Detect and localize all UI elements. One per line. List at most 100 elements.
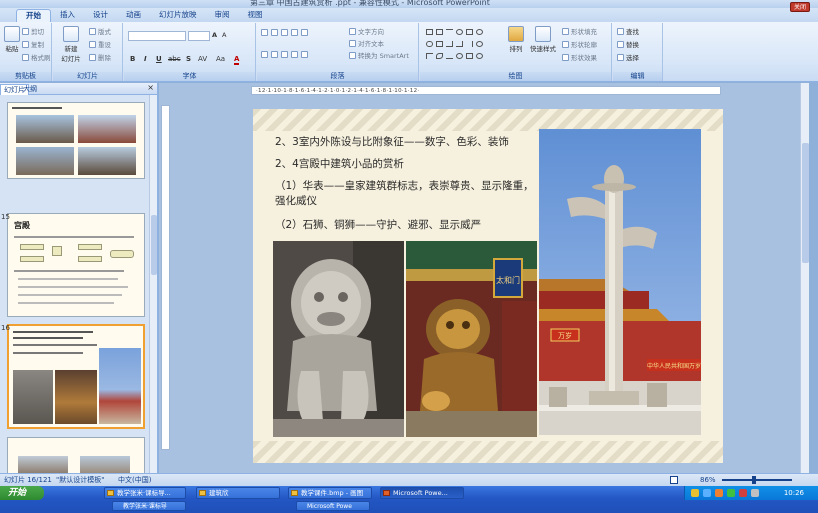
select-button[interactable]: 选择 [617,52,639,62]
layout-button[interactable]: 版式 [89,26,111,36]
close-icon[interactable]: × [147,83,154,92]
taskbar-item[interactable]: Microsoft Powe [296,501,370,511]
replace-button[interactable]: 替换 [617,39,639,49]
stone-lion-photo[interactable] [273,241,404,437]
system-tray: 10:26 [684,486,818,500]
taskbar-item-active[interactable]: Microsoft Powe... [380,487,464,499]
font-color-button[interactable]: A [234,55,240,65]
align-text-button[interactable]: 对齐文本 [349,38,384,48]
slide-line-2[interactable]: 2、4宫殿中建筑小品的赏析 [275,157,543,172]
paste-button[interactable]: 粘贴 [0,26,24,53]
shrink-font-button[interactable]: A [222,31,226,39]
pen-outline-icon [562,40,569,48]
slide-thumbnail[interactable]: 宫殿 [7,213,145,317]
tab-outline-panel[interactable]: 大纲 [20,84,40,95]
align-buttons[interactable] [261,51,308,58]
shape-fill-button[interactable]: 形状填充 [562,26,597,36]
shrink-font-label: A [222,31,227,39]
cut-button[interactable]: 剪切 [22,26,44,36]
slide-para-1[interactable]: （1）华表——皇家建筑群标志，表崇尊贵、显示隆重，强化威仪 [275,179,543,209]
slide-canvas[interactable]: 2、3室内外陈设与比附象征——数字、色彩、装饰 2、4宫殿中建筑小品的赏析 （1… [253,109,723,463]
thumb-text-line [14,270,124,272]
tray-icon[interactable] [727,489,735,497]
thumb-text-line [14,236,134,238]
huabiao-column-photo[interactable]: 万岁 中华人民共和国万岁 [539,129,701,435]
arrange-button[interactable]: 排列 [504,26,528,53]
tray-icon[interactable] [691,489,699,497]
taskbar-item[interactable]: 教学课件.bmp - 画图 [288,487,372,499]
tab-slideshow[interactable]: 幻灯片放映 [150,9,206,22]
tab-home[interactable]: 开始 [16,9,51,22]
strikethrough-button[interactable]: abc [168,55,181,63]
shape-effects-button[interactable]: 形状效果 [562,52,597,62]
thumb-text-line [18,286,128,288]
thumb-diagram-box [20,256,44,262]
bold-button[interactable]: B [130,55,135,63]
thumb-diagram-box [78,256,102,262]
format-painter-button[interactable]: 格式刷 [22,52,51,62]
tab-design[interactable]: 设计 [84,9,117,22]
scrollbar-thumb[interactable] [802,143,809,263]
photo-thumb [18,456,68,473]
list-buttons[interactable] [261,29,308,36]
close-button[interactable]: 关闭 [790,2,810,12]
start-button[interactable]: 开始 [0,486,44,500]
window-title: 第三章 中国古建筑赏析 .ppt - 兼容性模式 - Microsoft Pow… [250,0,490,7]
scrollbar-thumb[interactable] [151,215,157,275]
zoom-slider-thumb[interactable] [752,476,756,484]
thumb-diagram-box [52,246,62,256]
shadow-button[interactable]: S [186,55,191,63]
zoom-slider[interactable] [722,479,792,481]
tab-view[interactable]: 视图 [239,9,272,22]
find-button[interactable]: 查找 [617,26,639,36]
smartart-button[interactable]: 转换为 SmartArt [349,50,409,60]
slide-thumbnail-selected[interactable] [7,324,145,429]
underline-button[interactable]: U [156,55,162,63]
tab-insert[interactable]: 插入 [51,9,84,22]
app-icon [107,490,114,496]
replace-icon [617,40,624,48]
taskbar-item[interactable]: 教学张米·课标导 [112,501,186,511]
change-case-button[interactable]: Aa [216,55,225,63]
spacing-button[interactable]: AV [198,55,207,63]
editor-scrollbar[interactable] [800,83,809,473]
slides-panel-scrollbar[interactable] [149,95,157,473]
volume-icon[interactable] [751,489,759,497]
tray-icon[interactable] [739,489,747,497]
grow-font-button[interactable]: A [212,31,217,39]
slide-thumbnail[interactable] [7,437,145,473]
copy-label: 复制 [31,41,44,49]
language-indicator[interactable]: 中文(中国) [118,474,151,486]
copy-button[interactable]: 复制 [22,39,44,49]
font-name-field[interactable] [128,31,186,41]
tab-animations[interactable]: 动画 [117,9,150,22]
new-slide-button[interactable]: 新建 幻灯片 [59,26,83,63]
gate-photo-thumb [16,115,74,143]
tray-icon[interactable] [715,489,723,497]
bronze-lion-photo[interactable]: 太和门 [406,241,537,437]
smile-shape-icon [476,53,483,59]
delete-slide-button[interactable]: 删除 [89,52,111,62]
zoom-level[interactable]: 86% [700,474,716,486]
slide-thumbnail[interactable] [7,102,145,179]
taskbar-item[interactable]: 教学张米·课标导... [104,487,186,499]
slide-line-1[interactable]: 2、3室内外陈设与比附象征——数字、色彩、装饰 [275,135,543,150]
reset-button[interactable]: 重设 [89,39,111,49]
taskbar-item[interactable]: 建筑欣 [196,487,280,499]
text-direction-button[interactable]: 文字方向 [349,26,384,36]
thumb-title-line [12,107,62,109]
font-size-field[interactable] [188,31,210,41]
tab-review[interactable]: 审阅 [206,9,239,22]
shape-outline-button[interactable]: 形状轮廓 [562,39,597,49]
cut-label: 剪切 [31,28,44,36]
arrange-label: 排列 [509,45,523,53]
tray-icon[interactable] [703,489,711,497]
slide-para-2[interactable]: （2）石狮、铜狮——守护、避邪、显示威严 [275,218,543,233]
shapes-gallery[interactable] [424,27,496,65]
quick-styles-button[interactable]: 快速样式 [528,26,558,53]
line-shape-icon [446,29,453,35]
rounded-shape-icon [426,41,433,47]
vertical-ruler [161,105,170,450]
italic-button[interactable]: I [144,55,147,63]
slideshow-view-icon[interactable] [670,476,678,484]
